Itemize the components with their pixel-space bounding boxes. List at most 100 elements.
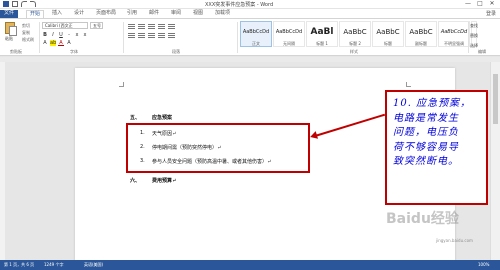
align-right-icon[interactable] [148,33,155,39]
tab-file[interactable]: 文件 [0,10,19,18]
tab-review[interactable]: 审阅 [171,10,181,18]
status-bar: 第 1 页，共 6 页 1249 个字 英语(美国) 100% [0,260,500,270]
group-label-editing: 编辑 [478,49,486,54]
font-color-row: A ab A A [42,40,72,46]
paragraph-row-1 [128,24,175,30]
maximize-button[interactable]: □ [474,0,486,8]
paste-icon[interactable] [5,22,17,36]
section-5-title: 应急预案 [152,115,173,121]
align-center-icon[interactable] [138,33,145,39]
style-sample: AaBbCcDd [440,29,468,35]
char-shading-icon[interactable]: A [66,40,72,46]
numbering-icon[interactable] [138,24,145,30]
multilevel-list-icon[interactable] [148,24,155,30]
strikethrough-icon[interactable]: ‐ [66,32,72,38]
tab-references[interactable]: 引用 [127,10,137,18]
ribbon-divider [123,22,124,53]
increase-indent-icon[interactable] [168,24,175,30]
tab-view[interactable]: 视图 [193,10,203,18]
style-sample: AaBbC [343,28,367,36]
style-subtle-emphasis[interactable]: AaBbCcDd 不明显强调 [438,21,470,47]
tab-home[interactable]: 开始 [26,10,45,18]
group-label-paragraph: 段落 [172,49,180,54]
quick-access-toolbar [3,1,36,7]
paste-label[interactable]: 粘贴 [5,36,13,42]
scrollbar-thumb[interactable] [493,74,498,124]
style-heading-1[interactable]: AaBl 标题 1 [306,21,338,47]
bullets-icon[interactable] [128,24,135,30]
line-spacing-icon[interactable] [168,33,175,39]
login-link[interactable]: 登录 [486,10,496,17]
redo-icon[interactable] [30,1,36,7]
highlight-box [126,123,310,173]
font-name-select[interactable]: Calibri (西文正 [42,22,88,29]
ribbon-divider [237,22,238,53]
zoom-level[interactable]: 100% [478,262,489,267]
tab-page-layout[interactable]: 页面布局 [96,10,116,18]
section-5-number: 五、 [130,115,141,121]
ribbon: 粘贴 剪切 复制 格式刷 剪贴板 Calibri (西文正 五号 B I U ‐… [0,18,500,56]
ribbon-divider [39,22,40,53]
highlight-icon[interactable]: ab [50,40,56,46]
word-count[interactable]: 1249 个字 [44,262,63,268]
subscript-icon[interactable]: x [74,32,80,38]
style-name: 副标题 [415,41,427,46]
style-name: 标题 1 [316,41,328,46]
close-button[interactable]: ✕ [486,0,498,8]
styles-gallery: AaBbCcDd 正文 AaBbCcDd 无间隔 AaBl 标题 1 AaBbC… [240,21,477,47]
paragraph-row-2 [128,33,175,39]
style-name: 无间隔 [283,41,295,46]
margin-marker [119,82,124,87]
tab-insert[interactable]: 插入 [52,10,62,18]
undo-icon[interactable] [21,1,27,7]
language-indicator[interactable]: 英语(美国) [84,262,103,268]
save-icon[interactable] [12,1,18,7]
style-subtitle[interactable]: AaBbC 副标题 [405,21,437,47]
copy-button[interactable]: 复制 [22,30,30,36]
page-count[interactable]: 第 1 页，共 6 页 [4,262,34,268]
minimize-button[interactable]: — [462,0,474,8]
format-painter-button[interactable]: 格式刷 [22,37,34,43]
italic-button[interactable]: I [50,32,56,38]
ribbon-tabs: 文件 开始 插入 设计 页面布局 引用 邮件 审阅 视图 加载项 登录 [0,9,500,18]
style-sample: AaBbCcDd [242,29,270,35]
style-heading-2[interactable]: AaBbC 标题 2 [339,21,371,47]
style-name: 标题 [384,41,392,46]
find-button[interactable]: 查找 [470,23,498,29]
ribbon-divider [468,22,469,53]
style-sample: AaBbC [376,28,400,36]
style-name: 不明显强调 [444,41,464,46]
style-name: 正文 [252,41,260,46]
tab-addins[interactable]: 加载项 [215,10,230,18]
decrease-indent-icon[interactable] [158,24,165,30]
style-no-spacing[interactable]: AaBbCcDd 无间隔 [273,21,305,47]
align-left-icon[interactable] [128,33,135,39]
vertical-scrollbar[interactable] [490,62,500,260]
underline-button[interactable]: U [58,32,64,38]
annotation-note: 10. 应急预案， 电路是常发生 问题，电压负 荷不够容易导 致突然断电。 [385,90,488,205]
margin-marker [406,82,411,87]
style-normal[interactable]: AaBbCcDd 正文 [240,21,272,47]
font-color-icon[interactable]: A [58,40,64,46]
style-sample: AaBbC [409,28,433,36]
font-format-row: B I U ‐ x x [42,32,88,38]
replace-button[interactable]: 替换 [470,33,498,39]
text-effects-icon[interactable]: A [42,40,48,46]
superscript-icon[interactable]: x [82,32,88,38]
tab-mailings[interactable]: 邮件 [149,10,159,18]
cut-button[interactable]: 剪切 [22,23,30,29]
title-bar: XXX突发事件应急预案 - Word — □ ✕ [0,0,500,9]
style-name: 标题 2 [349,41,361,46]
word-app-icon [3,1,9,7]
watermark-logo: Baidu经验 [386,211,459,227]
bold-button[interactable]: B [42,32,48,38]
group-label-styles: 样式 [350,49,358,54]
window-title: XXX突发事件应急预案 - Word [205,2,274,8]
tab-design[interactable]: 设计 [74,10,84,18]
font-size-select[interactable]: 五号 [90,22,103,29]
style-title[interactable]: AaBbC 标题 [372,21,404,47]
watermark-url: jingyan.baidu.com [436,238,473,243]
section-6-number: 六、 [130,178,141,184]
window-controls: — □ ✕ [462,0,498,8]
justify-icon[interactable] [158,33,165,39]
